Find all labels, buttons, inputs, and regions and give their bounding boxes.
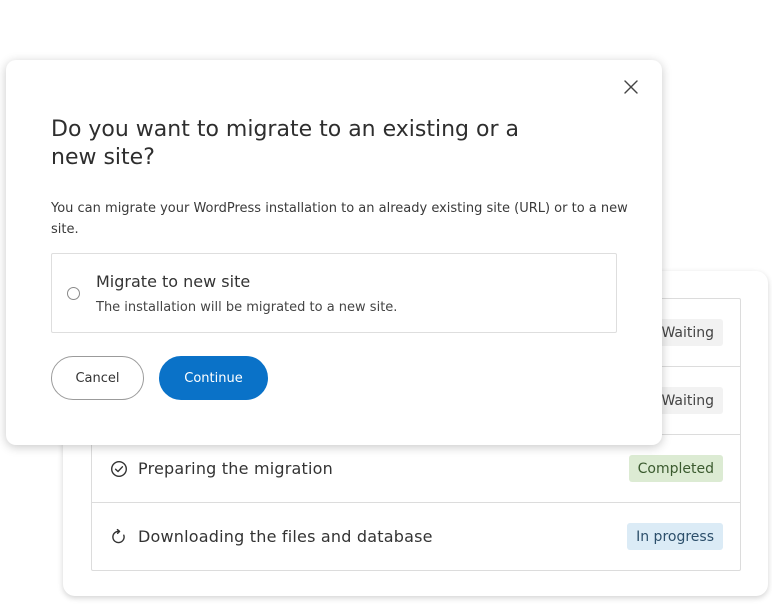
refresh-icon [110,528,128,546]
status-badge: Completed [628,455,723,482]
check-circle-icon [110,460,128,478]
status-badge: In progress [627,523,723,550]
continue-button[interactable]: Continue [159,356,268,400]
dialog-description: You can migrate your WordPress installat… [51,201,628,237]
dialog-title: Do you want to migrate to an existing or… [51,117,519,170]
status-badge: Waiting [652,319,723,346]
migrate-new-site-option[interactable]: Migrate to new site The installation wil… [51,253,617,333]
step-label: Preparing the migration [138,459,333,478]
option-subtitle: The installation will be migrated to a n… [96,300,398,315]
step-label: Downloading the files and database [138,527,433,546]
migration-dialog: Do you want to migrate to an existing or… [6,60,662,445]
step-row: Downloading the files and database In pr… [92,502,740,570]
cancel-button[interactable]: Cancel [51,356,144,400]
option-radio[interactable] [67,287,80,300]
close-icon[interactable] [623,79,639,95]
status-badge: Waiting [652,387,723,414]
option-title: Migrate to new site [96,272,251,291]
